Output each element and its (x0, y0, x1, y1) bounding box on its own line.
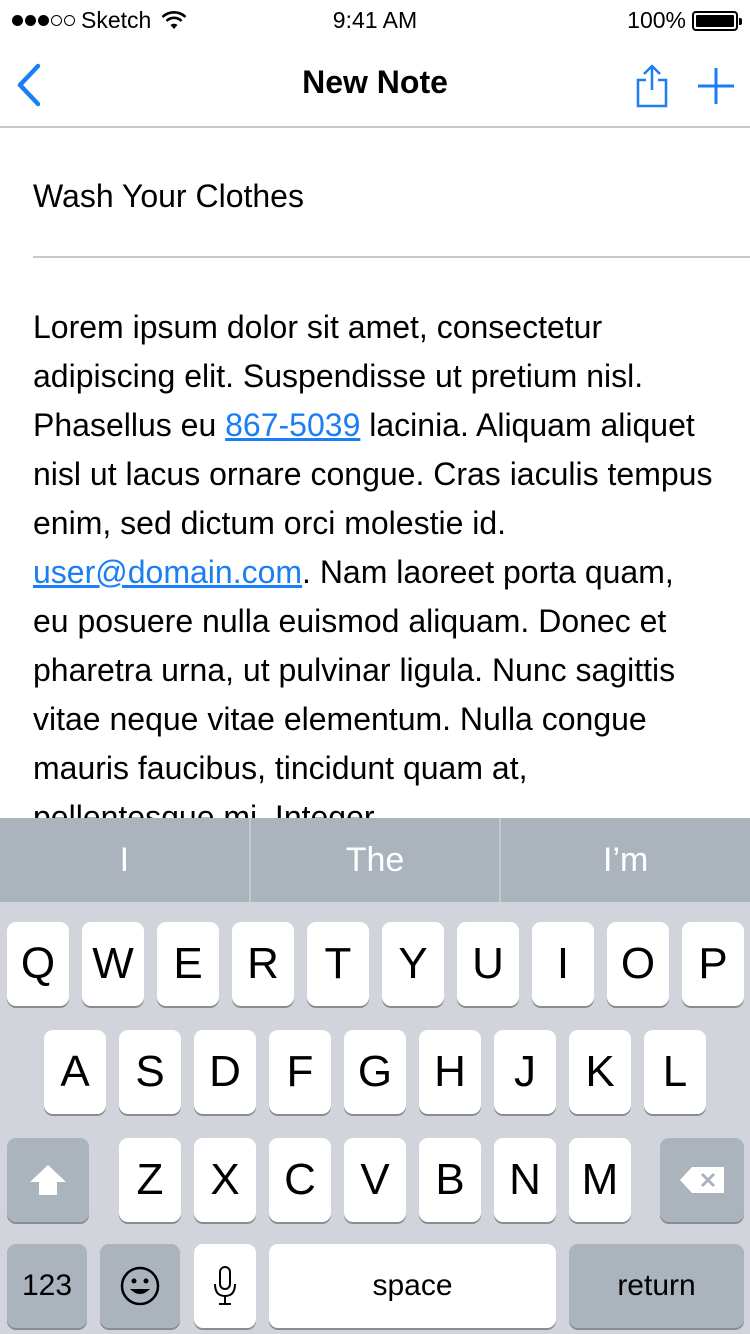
key-l[interactable]: L (644, 1030, 706, 1114)
key-z[interactable]: Z (119, 1138, 181, 1222)
status-bar: Sketch 9:41 AM 100% (0, 0, 750, 42)
key-r[interactable]: R (232, 922, 294, 1006)
key-n[interactable]: N (494, 1138, 556, 1222)
battery-icon (692, 10, 742, 31)
key-q[interactable]: Q (7, 922, 69, 1006)
return-key[interactable]: return (569, 1244, 744, 1328)
shift-icon (30, 1165, 66, 1195)
space-key[interactable]: space (269, 1244, 556, 1328)
divider (33, 256, 750, 258)
navigation-bar: New Note (0, 42, 750, 128)
microphone-icon (214, 1266, 236, 1305)
body-text: . Nam laoreet porta quam, eu posuere nul… (33, 554, 676, 818)
suggestion-item[interactable]: The (248, 818, 500, 902)
key-i[interactable]: I (532, 922, 594, 1006)
key-v[interactable]: V (344, 1138, 406, 1222)
battery-percent: 100% (627, 7, 686, 33)
key-s[interactable]: S (119, 1030, 181, 1114)
battery-status: 100% (627, 7, 742, 34)
keyboard: I The I’m Q W E R T Y U I O P A S D F G … (0, 818, 750, 1334)
numbers-key[interactable]: 123 (7, 1244, 87, 1328)
key-w[interactable]: W (82, 922, 144, 1006)
key-h[interactable]: H (419, 1030, 481, 1114)
email-link[interactable]: user@domain.com (33, 554, 302, 590)
key-f[interactable]: F (269, 1030, 331, 1114)
key-j[interactable]: J (494, 1030, 556, 1114)
key-u[interactable]: U (457, 922, 519, 1006)
suggestion-item[interactable]: I’m (499, 818, 750, 902)
key-d[interactable]: D (194, 1030, 256, 1114)
key-x[interactable]: X (194, 1138, 256, 1222)
key-p[interactable]: P (682, 922, 744, 1006)
note-title[interactable]: Wash Your Clothes (33, 178, 304, 215)
key-b[interactable]: B (419, 1138, 481, 1222)
add-icon[interactable] (694, 64, 738, 108)
phone-link[interactable]: 867-5039 (225, 407, 360, 443)
share-icon[interactable] (634, 64, 670, 108)
dictation-key[interactable] (194, 1244, 256, 1328)
key-t[interactable]: T (307, 922, 369, 1006)
key-c[interactable]: C (269, 1138, 331, 1222)
key-k[interactable]: K (569, 1030, 631, 1114)
backspace-key[interactable] (660, 1138, 744, 1222)
key-m[interactable]: M (569, 1138, 631, 1222)
emoji-icon (120, 1266, 160, 1306)
key-y[interactable]: Y (382, 922, 444, 1006)
key-e[interactable]: E (157, 922, 219, 1006)
note-body-area[interactable]: Lorem ipsum dolor sit amet, consectetur … (0, 290, 750, 818)
shift-key[interactable] (7, 1138, 89, 1222)
key-g[interactable]: G (344, 1030, 406, 1114)
backspace-icon (680, 1167, 724, 1193)
note-body-text[interactable]: Lorem ipsum dolor sit amet, consectetur … (33, 303, 713, 818)
emoji-key[interactable] (100, 1244, 180, 1328)
key-o[interactable]: O (607, 922, 669, 1006)
key-a[interactable]: A (44, 1030, 106, 1114)
suggestion-bar: I The I’m (0, 818, 750, 902)
suggestion-item[interactable]: I (0, 818, 249, 902)
